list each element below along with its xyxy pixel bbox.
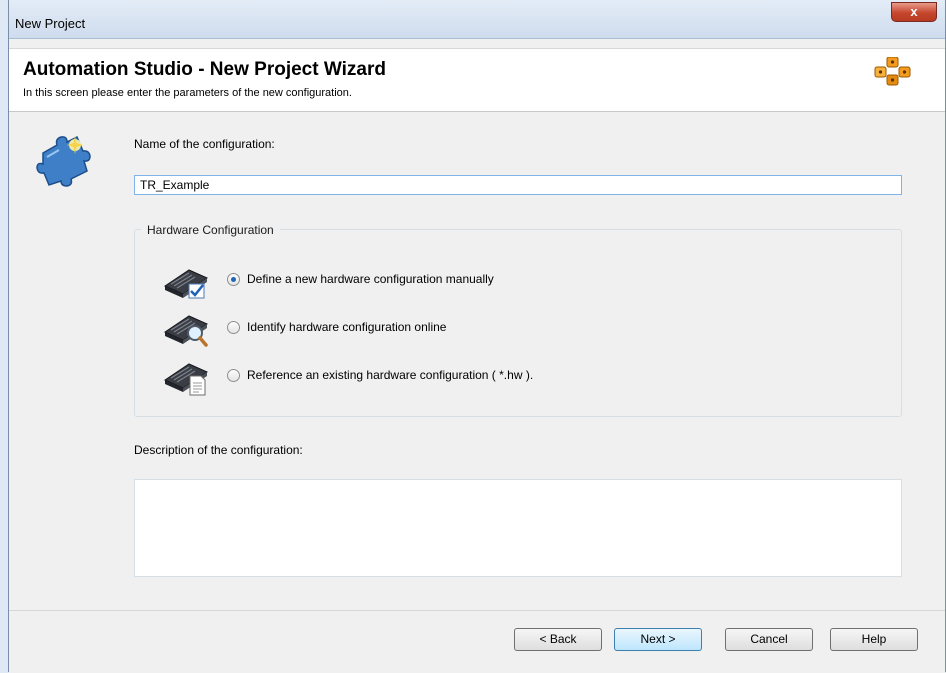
name-label: Name of the configuration: (134, 137, 275, 151)
option-define-manually[interactable]: Define a new hardware configuration manu… (163, 260, 863, 300)
hardware-group-title: Hardware Configuration (141, 223, 280, 237)
option-identify-online[interactable]: Identify hardware configuration online (163, 308, 863, 348)
description-label: Description of the configuration: (134, 443, 303, 457)
option-reference-existing[interactable]: Reference an existing hardware configura… (163, 356, 863, 396)
wizard-footer: < Back Next > Cancel Help (9, 610, 945, 673)
title-bar[interactable]: New Project x (9, 0, 945, 39)
wizard-content: Name of the configuration: Hardware Conf… (9, 111, 945, 611)
configuration-description-textarea[interactable] (134, 479, 902, 577)
next-button[interactable]: Next > (614, 628, 702, 651)
define-manually-radio[interactable] (227, 273, 240, 286)
wizard-subtitle: In this screen please enter the paramete… (23, 87, 352, 99)
define-manually-label[interactable]: Define a new hardware configuration manu… (247, 272, 494, 286)
close-button[interactable]: x (891, 2, 937, 22)
window-title: New Project (15, 16, 86, 31)
help-button[interactable]: Help (830, 628, 918, 651)
wizard-window: New Project x Automation Studio - New Pr… (8, 0, 946, 673)
back-button[interactable]: < Back (514, 628, 602, 651)
configuration-name-input[interactable] (134, 175, 902, 195)
automation-studio-logo-icon (874, 57, 911, 86)
hardware-magnifier-icon (163, 315, 209, 347)
hardware-checkmark-icon (163, 269, 209, 299)
hardware-configuration-group: Hardware Configuration Define a new hard… (134, 223, 902, 417)
hardware-document-icon (163, 363, 209, 396)
reference-existing-label[interactable]: Reference an existing hardware configura… (247, 368, 533, 382)
wizard-header: Automation Studio - New Project Wizard I… (9, 48, 945, 112)
cancel-button[interactable]: Cancel (725, 628, 813, 651)
identify-online-label[interactable]: Identify hardware configuration online (247, 320, 446, 334)
puzzle-piece-icon (36, 135, 91, 187)
wizard-title: Automation Studio - New Project Wizard (23, 59, 386, 80)
identify-online-radio[interactable] (227, 321, 240, 334)
reference-existing-radio[interactable] (227, 369, 240, 382)
